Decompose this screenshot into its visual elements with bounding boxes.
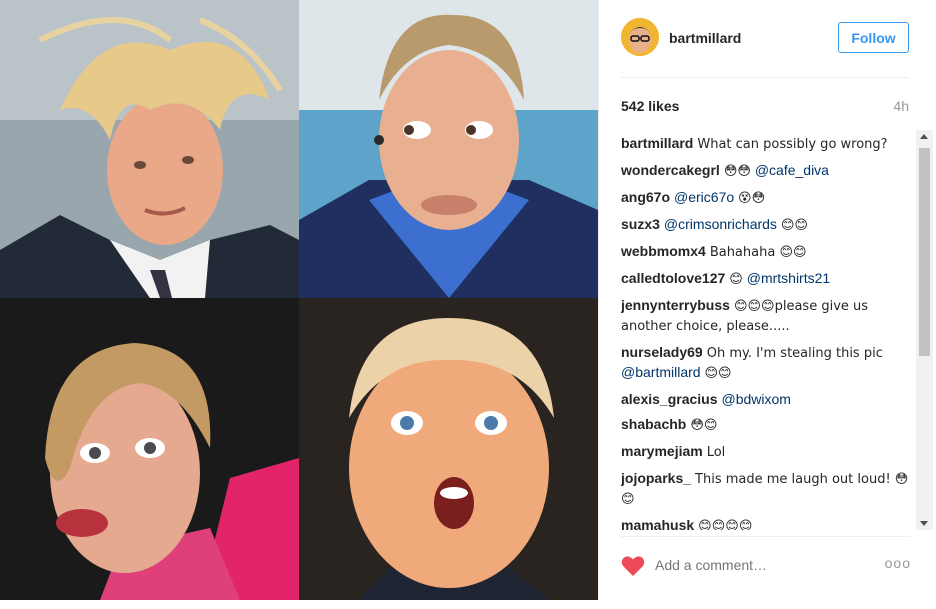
comment-mention[interactable]: @mrtshirts21 [747,270,830,286]
comment-item: jennynterrybuss 😊😊😊please give us another… [621,296,911,336]
heart-icon[interactable] [621,555,645,577]
comment-text: 😳😊 [690,418,718,433]
comment-text: Oh my. I'm stealing this pic [706,346,883,361]
comment-username[interactable]: bartmillard [621,135,693,151]
comment-input[interactable] [655,555,855,575]
comment-text: Lol [706,445,726,460]
comment-mention[interactable]: @bartmillard [621,364,701,380]
likes-count[interactable]: 542 likes [621,98,679,114]
post-sidebar: bartmillard Follow 542 likes 4h bartmill… [598,0,936,600]
comment-username[interactable]: calledtolove127 [621,270,725,286]
comment-item: mamahusk 😊😊😊😊 [621,516,911,530]
comments-list[interactable]: bartmillard What can possibly go wrong? w… [621,134,911,530]
comment-username[interactable]: jojoparks_ [621,470,691,486]
comment-item: calledtolove127 😊 @mrtshirts21 [621,269,911,289]
comment-text: What can possibly go wrong? [697,137,888,152]
comment-item: ang67o @eric67o 😵😳 [621,188,911,208]
comment-mention[interactable]: @bdwixom [722,391,791,407]
post-header: bartmillard Follow [621,18,909,78]
more-options-icon[interactable]: ooo [885,555,911,571]
photo-tile-bottom-right [299,298,598,600]
comment-emoji: 😵😳 [738,191,766,206]
comment-username[interactable]: suzx3 [621,216,660,232]
comment-emoji: 😊😊 [704,366,732,381]
comment-mention[interactable]: @cafe_diva [755,162,829,178]
comments-scrollbar[interactable] [916,130,933,530]
comment-text: 😊 [729,272,743,287]
comment-item: marymejiam Lol [621,442,911,462]
comment-text: 😊😊😊😊 [698,519,753,530]
comment-text: 😳😳 [723,164,751,179]
comment-username[interactable]: webbmomx4 [621,243,706,259]
scroll-up-icon[interactable] [920,134,928,139]
comment-mention[interactable]: @eric67o [674,189,734,205]
photo-tile-bottom-left [0,298,299,600]
post-username[interactable]: bartmillard [669,30,741,46]
comment-username[interactable]: marymejiam [621,443,703,459]
comment-username[interactable]: nurselady69 [621,344,703,360]
comment-username[interactable]: shabachb [621,416,686,432]
comment-item: jojoparks_ This made me laugh out loud! 😳… [621,469,911,509]
post-footer: ooo [621,536,911,596]
comment-item: wondercakegrl 😳😳 @cafe_diva [621,161,911,181]
comment-item: webbmomx4 Bahahaha 😊😊 [621,242,911,262]
comment-item: nurselady69 Oh my. I'm stealing this pic … [621,343,911,383]
comment-item: suzx3 @crimsonrichards 😊😊 [621,215,911,235]
post-time[interactable]: 4h [893,98,909,114]
likes-row: 542 likes 4h [621,98,909,116]
comment-mention[interactable]: @crimsonrichards [664,216,777,232]
comment-emoji: 😊😊 [780,218,808,233]
comment-username[interactable]: wondercakegrl [621,162,720,178]
scroll-down-icon[interactable] [920,521,928,526]
post-image[interactable] [0,0,598,600]
comment-username[interactable]: mamahusk [621,517,694,530]
comment-username[interactable]: alexis_gracius [621,391,718,407]
scroll-thumb[interactable] [919,148,930,356]
photo-tile-top-right [299,0,598,298]
post-modal: bartmillard Follow 542 likes 4h bartmill… [0,0,936,600]
comment-item: bartmillard What can possibly go wrong? [621,134,911,154]
photo-tile-top-left [0,0,299,298]
comment-item: shabachb 😳😊 [621,415,911,435]
comment-username[interactable]: ang67o [621,189,670,205]
comment-username[interactable]: jennynterrybuss [621,297,730,313]
follow-button[interactable]: Follow [838,22,909,53]
avatar[interactable] [621,18,659,56]
comment-text: Bahahaha 😊😊 [709,245,807,260]
comment-item: alexis_gracius @bdwixom [621,390,911,408]
